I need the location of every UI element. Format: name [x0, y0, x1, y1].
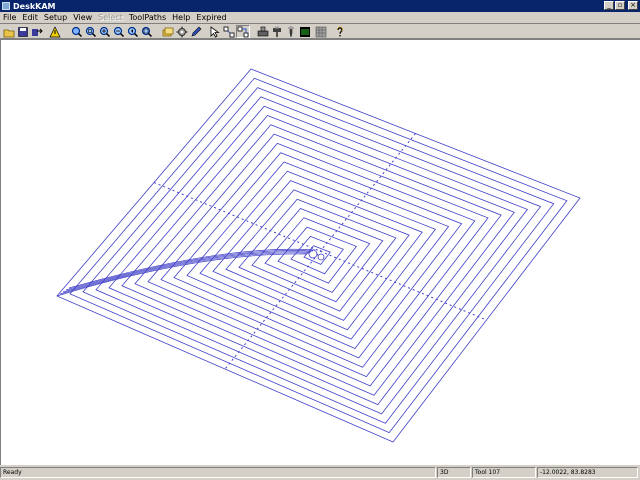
open-folder-icon	[3, 29, 15, 37]
zoom-extents-button[interactable]	[140, 25, 154, 38]
export-icon	[32, 28, 43, 36]
title-bar: DeskKAM _ ▫ ×	[0, 0, 640, 12]
menu-select[interactable]: Select	[95, 12, 126, 23]
window-title: DeskKAM	[13, 1, 56, 11]
toolpath-pass[interactable]	[160, 142, 476, 368]
zoom-window-button[interactable]	[84, 25, 98, 38]
status-message: Ready	[0, 467, 436, 478]
pointer-icon	[210, 25, 220, 38]
zoom-extents-icon	[141, 26, 153, 37]
drill-icon	[273, 26, 281, 37]
zoom-window-icon	[85, 26, 97, 37]
help-button[interactable]	[333, 25, 347, 38]
toolbar	[0, 23, 640, 39]
toolpath-view[interactable]	[1, 40, 639, 464]
tool-icon	[288, 26, 294, 37]
select-nodes-icon	[223, 26, 235, 37]
lead-in-path	[56, 253, 308, 297]
maximize-button[interactable]: ▫	[615, 1, 625, 10]
simulate-button[interactable]	[298, 25, 312, 38]
warning-icon	[49, 25, 61, 37]
machine-button[interactable]	[256, 25, 270, 38]
open-folder-button[interactable]	[2, 25, 16, 38]
pen-icon	[191, 26, 202, 36]
settings-icon	[176, 26, 188, 37]
help-icon	[337, 26, 343, 36]
machine-icon	[257, 26, 269, 36]
zoom-previous-button[interactable]	[126, 25, 140, 38]
menu-edit[interactable]: Edit	[19, 12, 41, 23]
zoom-all-icon	[71, 26, 83, 37]
status-tool: Tool 107	[472, 467, 536, 478]
status-bar: Ready 3D Tool 107 -12.0022, 83.8283	[0, 465, 640, 480]
drill-button[interactable]	[270, 25, 284, 38]
menu-expired[interactable]: Expired	[193, 12, 229, 23]
menu-view[interactable]: View	[70, 12, 95, 23]
layers-button[interactable]	[161, 25, 175, 38]
zoom-all-button[interactable]	[70, 25, 84, 38]
simulate-icon	[300, 26, 310, 37]
layers-icon	[162, 27, 174, 36]
grid-icon	[315, 26, 327, 37]
pointer-button[interactable]	[208, 25, 222, 38]
warning-button[interactable]	[48, 25, 62, 38]
pen-button[interactable]	[189, 25, 203, 38]
window-controls: _ ▫ ×	[604, 1, 638, 10]
select-nodes-button[interactable]	[222, 25, 236, 38]
center-loop	[308, 249, 318, 259]
export-button[interactable]	[30, 25, 44, 38]
zoom-in-icon	[99, 26, 111, 37]
zoom-in-button[interactable]	[98, 25, 112, 38]
drawing-canvas[interactable]	[0, 39, 640, 465]
save-button[interactable]	[16, 25, 30, 38]
app-icon[interactable]	[2, 2, 10, 10]
save-icon	[18, 26, 28, 37]
minimize-button[interactable]: _	[604, 1, 614, 10]
grid-button[interactable]	[314, 25, 328, 38]
zoom-out-button[interactable]	[112, 25, 126, 38]
menu-file[interactable]: File	[0, 12, 19, 23]
menu-setup[interactable]: Setup	[41, 12, 70, 23]
select-chain-icon	[237, 26, 249, 37]
status-coordinates: -12.0022, 83.8283	[537, 467, 638, 478]
menu-toolpaths[interactable]: ToolPaths	[126, 12, 169, 23]
center-loop	[317, 253, 325, 261]
zoom-out-icon	[113, 26, 125, 37]
status-mode: 3D	[437, 467, 471, 478]
zoom-previous-icon	[127, 26, 139, 37]
menu-help[interactable]: Help	[169, 12, 193, 23]
settings-button[interactable]	[175, 25, 189, 38]
tool-button[interactable]	[284, 25, 298, 38]
close-button[interactable]: ×	[628, 1, 638, 10]
select-chain-button[interactable]	[236, 25, 250, 38]
